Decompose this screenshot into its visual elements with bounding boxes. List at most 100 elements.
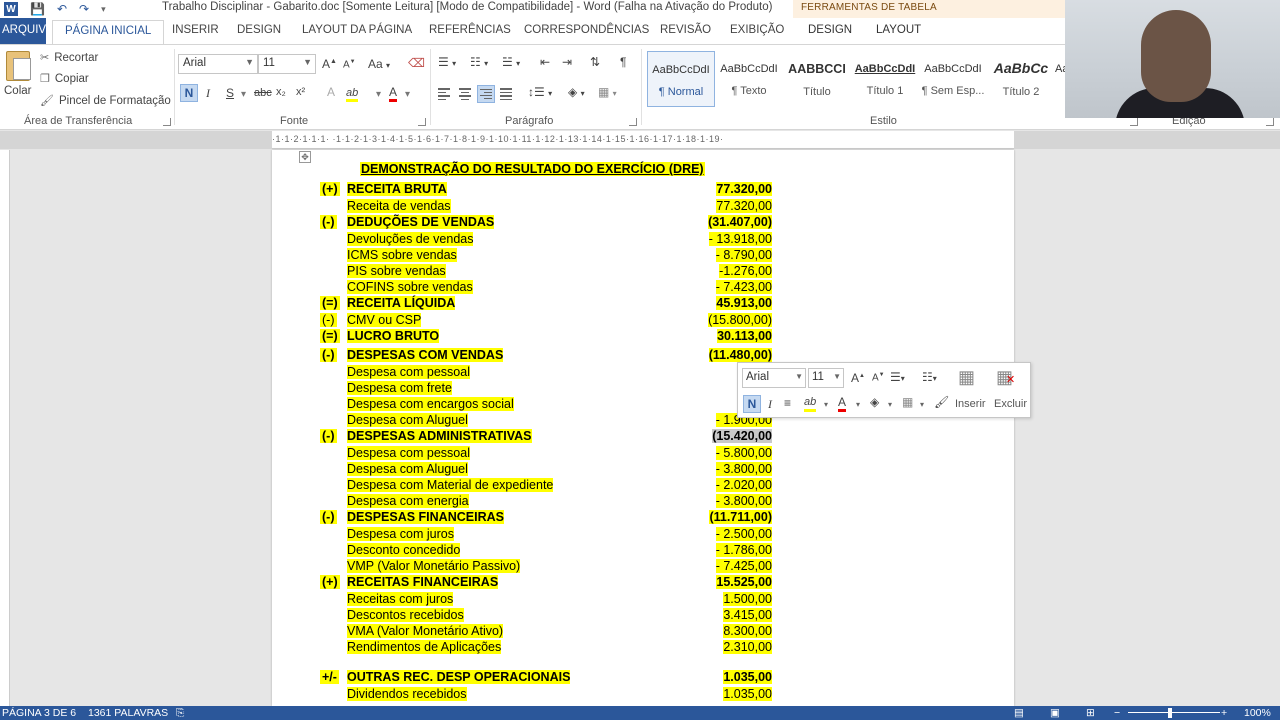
increase-indent-icon[interactable]: ⇥: [562, 55, 572, 69]
shading-icon[interactable]: ◈ ▾: [568, 85, 585, 99]
mini-borders-icon[interactable]: ▦: [902, 395, 913, 409]
mini-font-name-combo[interactable]: Arial ▼: [742, 368, 806, 388]
collapse-ribbon-icon[interactable]: [1266, 118, 1274, 126]
table-row[interactable]: Despesa com juros - 2.500,00: [272, 527, 1014, 543]
format-painter-button[interactable]: 🖌 Pincel de Formatação: [40, 94, 171, 108]
zoom-out-icon[interactable]: −: [1114, 707, 1120, 719]
styles-launcher-icon[interactable]: [1130, 118, 1138, 126]
style-titulo-1[interactable]: AaBbCcDdI Título 1: [851, 51, 919, 107]
mini-delete-label[interactable]: Excluir: [994, 398, 1027, 410]
bold-button[interactable]: N: [180, 84, 198, 102]
justify-icon[interactable]: [500, 88, 512, 100]
subscript-button[interactable]: x₂: [276, 86, 286, 98]
chevron-down-icon[interactable]: ▾: [241, 89, 246, 100]
bullets-icon[interactable]: ☰ ▾: [438, 55, 456, 69]
table-row[interactable]: (+) RECEITAS FINANCEIRAS 15.525,00: [272, 575, 1014, 591]
table-row[interactable]: (-) DESPESAS FINANCEIRAS (11.711,00): [272, 510, 1014, 526]
word-logo-icon[interactable]: W: [4, 2, 18, 16]
vertical-ruler[interactable]: [0, 150, 10, 706]
superscript-button[interactable]: x²: [296, 86, 305, 98]
table-row[interactable]: PIS sobre vendas -1.276,00: [272, 264, 1014, 280]
show-marks-button[interactable]: ¶: [620, 55, 626, 69]
chevron-down-icon[interactable]: ▾: [888, 400, 892, 409]
zoom-slider[interactable]: [1128, 712, 1220, 713]
mini-insert-label[interactable]: Inserir: [955, 398, 986, 410]
table-row[interactable]: Desconto concedido - 1.786,00: [272, 543, 1014, 559]
font-color-button[interactable]: A: [389, 85, 398, 102]
align-left-icon[interactable]: [438, 88, 450, 100]
cut-button[interactable]: ✂ Recortar: [40, 51, 98, 65]
mini-center-icon[interactable]: ≡: [784, 396, 791, 410]
tab-design[interactable]: DESIGN: [237, 24, 281, 36]
style-titulo[interactable]: AABBCCI Título: [783, 51, 851, 107]
mini-bullets-icon[interactable]: ☰▾: [890, 370, 905, 384]
save-icon[interactable]: 💾: [30, 2, 45, 16]
redo-icon[interactable]: ↷: [79, 2, 89, 16]
word-count[interactable]: 1361 PALAVRAS: [88, 707, 168, 719]
table-row[interactable]: (-) DEDUÇÕES DE VENDAS (31.407,00): [272, 215, 1014, 231]
mini-grow-font-icon[interactable]: A▲: [851, 371, 865, 385]
decrease-indent-icon[interactable]: ⇤: [540, 55, 550, 69]
mini-bold-button[interactable]: N: [743, 395, 761, 413]
highlight-button[interactable]: ab: [346, 87, 359, 102]
table-row[interactable]: Receitas com juros 1.500,00: [272, 592, 1014, 608]
tab-home[interactable]: PÁGINA INICIAL: [52, 20, 165, 44]
sort-icon[interactable]: ⇅: [590, 55, 600, 69]
chevron-down-icon[interactable]: ▾: [376, 89, 381, 100]
change-case-button[interactable]: Aa ▾: [368, 57, 390, 71]
chevron-down-icon[interactable]: ▾: [920, 400, 924, 409]
table-row[interactable]: Despesa com Material de expediente - 2.02…: [272, 478, 1014, 494]
mini-format-painter-icon[interactable]: 🖌: [934, 395, 949, 409]
document-page[interactable]: ✥ DEMONSTRAÇÃO DO RESULTADO DO EXERCÍCIO…: [272, 150, 1014, 706]
style-normal[interactable]: AaBbCcDdI ¶ Normal: [647, 51, 715, 107]
mini-shading-icon[interactable]: ◈: [870, 395, 879, 409]
tab-page-layout[interactable]: LAYOUT DA PÁGINA: [302, 24, 412, 36]
style-titulo-2[interactable]: AaBbCc Título 2: [987, 51, 1055, 107]
insert-table-icon[interactable]: ▦: [958, 367, 975, 388]
align-center-icon[interactable]: [459, 88, 471, 100]
table-row[interactable]: Devoluções de vendas - 13.918,00: [272, 232, 1014, 248]
table-row[interactable]: Despesa com energia - 3.800,00: [272, 494, 1014, 510]
table-row[interactable]: VMP (Valor Monetário Passivo) - 7.425,00: [272, 559, 1014, 575]
table-row[interactable]: (+) RECEITA BRUTA 77.320,00: [272, 182, 1014, 198]
mini-highlight-icon[interactable]: ab: [804, 396, 817, 412]
zoom-level[interactable]: 100%: [1244, 707, 1271, 719]
table-row[interactable]: (-) DESPESAS ADMINISTRATIVAS (15.420,00: [272, 429, 1014, 445]
table-row[interactable]: ICMS sobre vendas - 8.790,00: [272, 248, 1014, 264]
mini-shrink-font-icon[interactable]: A▼: [872, 372, 885, 383]
customize-icon[interactable]: ▾: [101, 4, 106, 15]
tab-review[interactable]: REVISÃO: [660, 24, 711, 36]
tab-mailings[interactable]: CORRESPONDÊNCIAS: [524, 24, 649, 36]
table-row[interactable]: (-) CMV ou CSP (15.800,00): [272, 313, 1014, 329]
borders-icon[interactable]: ▦ ▾: [598, 85, 617, 99]
table-move-handle-icon[interactable]: ✥: [299, 151, 311, 163]
clear-format-icon[interactable]: ⌫: [408, 56, 425, 70]
undo-icon[interactable]: ↶: [57, 2, 67, 16]
clipboard-launcher-icon[interactable]: [163, 118, 171, 126]
table-row[interactable]: Descontos recebidos 3.415,00: [272, 608, 1014, 624]
tab-view[interactable]: EXIBIÇÃO: [730, 24, 784, 36]
table-row[interactable]: Dividendos recebidos 1.035,00: [272, 687, 1014, 703]
zoom-slider-thumb[interactable]: [1168, 708, 1172, 718]
table-row[interactable]: VMA (Valor Monetário Ativo) 8.300,00: [272, 624, 1014, 640]
paragraph-launcher-icon[interactable]: [629, 118, 637, 126]
line-spacing-icon[interactable]: ↕☰ ▾: [528, 85, 552, 99]
zoom-in-icon[interactable]: +: [1221, 707, 1227, 719]
vertical-scrollbar[interactable]: [1268, 150, 1280, 706]
mini-font-size-combo[interactable]: 11 ▼: [808, 368, 844, 388]
style-texto[interactable]: AaBbCcDdI ¶ Texto: [715, 51, 783, 107]
copy-button[interactable]: ❐ Copiar: [40, 72, 89, 86]
delete-table-icon[interactable]: ▦ ✕: [996, 367, 1015, 388]
table-row[interactable]: Despesa com pessoal - 5.800,00: [272, 446, 1014, 462]
table-row[interactable]: Despesa com Aluguel - 3.800,00: [272, 462, 1014, 478]
table-row[interactable]: COFINS sobre vendas - 7.423,00: [272, 280, 1014, 296]
tab-insert[interactable]: INSERIR: [172, 24, 219, 36]
multilevel-list-icon[interactable]: ☱ ▾: [502, 55, 520, 69]
tab-references[interactable]: REFERÊNCIAS: [429, 24, 511, 36]
paste-button[interactable]: Colar: [4, 51, 34, 97]
web-layout-icon[interactable]: ⊞: [1086, 707, 1095, 719]
mini-italic-button[interactable]: I: [768, 397, 772, 412]
print-layout-icon[interactable]: ▣: [1050, 707, 1060, 719]
read-mode-icon[interactable]: ▤: [1014, 707, 1024, 719]
table-row[interactable]: (=) LUCRO BRUTO 30.113,00: [272, 329, 1014, 345]
